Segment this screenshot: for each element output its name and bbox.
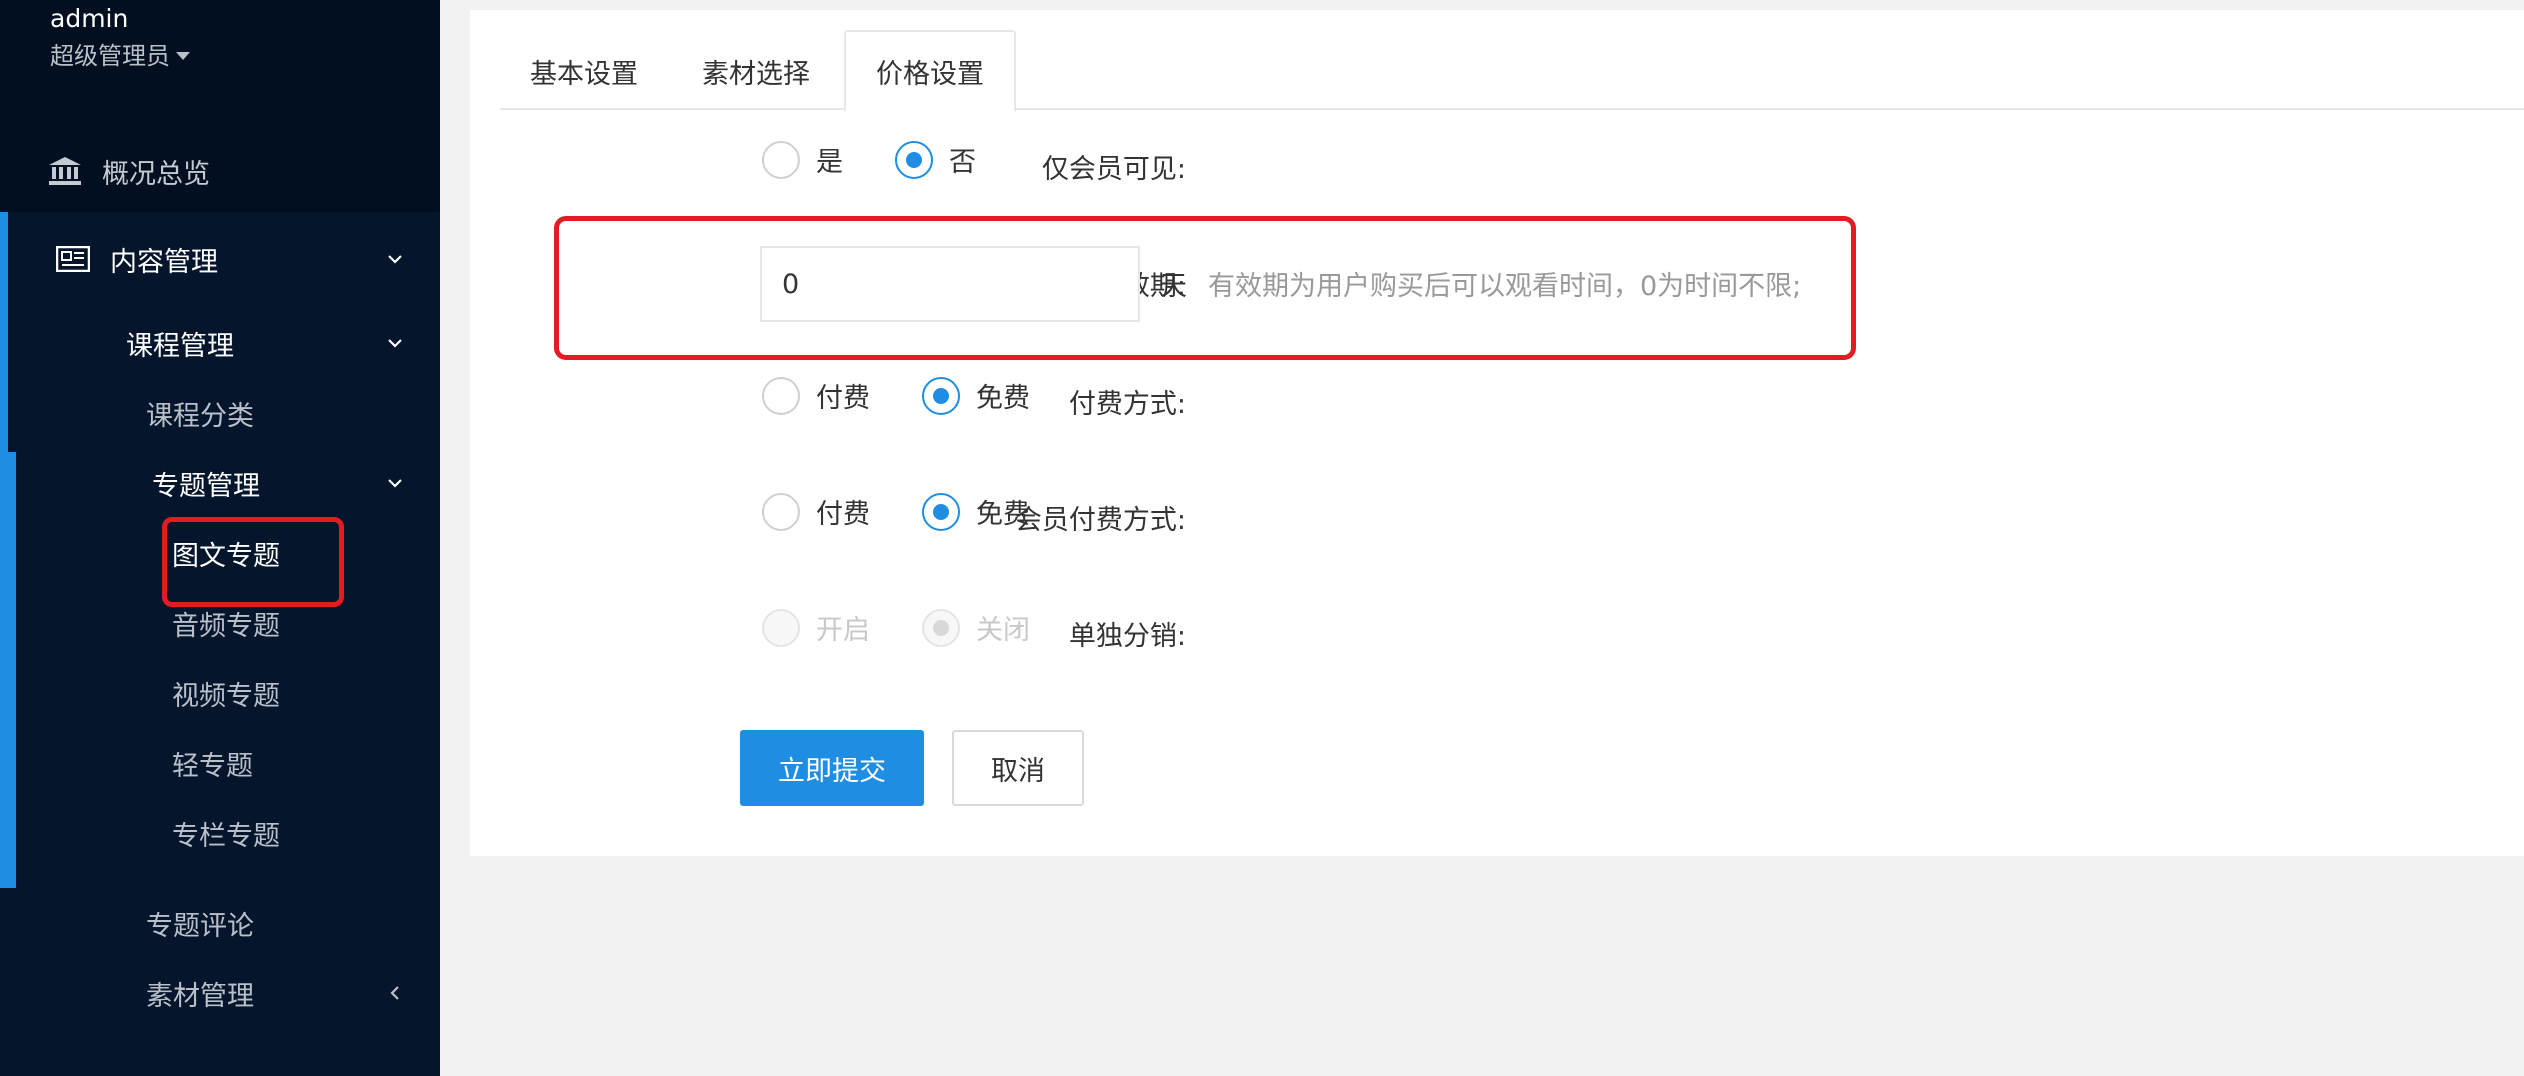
- radio-circle-icon: [762, 492, 800, 531]
- sidebar-item-content[interactable]: 内容管理: [0, 224, 440, 294]
- member-only-no[interactable]: 否: [895, 140, 976, 179]
- radio-circle-checked-icon: [922, 376, 960, 415]
- radio-label: 关闭: [976, 615, 1030, 646]
- chevron-left-icon: [390, 986, 399, 1000]
- distribution-off: 关闭: [922, 608, 1030, 647]
- tab-basic-settings[interactable]: 基本设置: [500, 30, 668, 112]
- pay-type-radio-group: 付费 免费: [762, 376, 1082, 415]
- radio-label: 免费: [976, 499, 1030, 530]
- tab-label: 价格设置: [876, 58, 984, 90]
- radio-label: 付费: [816, 383, 870, 414]
- sidebar-item-topic-comment[interactable]: 专题评论: [146, 888, 254, 958]
- radio-label: 付费: [816, 499, 870, 530]
- annotation-highlight: [554, 216, 1856, 360]
- annotation-highlight: [162, 517, 344, 607]
- tab-material-select[interactable]: 素材选择: [672, 30, 840, 112]
- sidebar-item-label: 专题评论: [146, 910, 254, 942]
- bank-icon: [49, 157, 81, 185]
- sidebar-item-label: 专题管理: [152, 470, 260, 502]
- member-pay-type-free[interactable]: 免费: [922, 492, 1030, 531]
- sidebar-item-overview[interactable]: 概况总览: [0, 132, 440, 210]
- sidebar-item-topic[interactable]: 专题管理: [0, 448, 440, 518]
- distribution-on: 开启: [762, 608, 870, 647]
- radio-label: 开启: [816, 615, 870, 646]
- user-block: admin 超级管理员: [50, 2, 190, 76]
- member-only-yes[interactable]: 是: [762, 140, 843, 179]
- chevron-down-icon: [388, 479, 402, 488]
- member-pay-type-paid[interactable]: 付费: [762, 492, 870, 531]
- caret-down-icon: [176, 52, 190, 60]
- tab-bar: 基本设置 素材选择 价格设置: [500, 30, 2524, 112]
- sidebar-item-label: 轻专题: [172, 750, 253, 782]
- radio-circle-icon: [762, 608, 800, 647]
- pay-type-paid[interactable]: 付费: [762, 376, 870, 415]
- sidebar-item-label: 概况总览: [102, 158, 210, 190]
- sidebar-item-label: 课程分类: [146, 400, 254, 432]
- sidebar-item-course[interactable]: 课程管理: [0, 308, 440, 378]
- radio-circle-checked-icon: [895, 140, 933, 179]
- sidebar-item-label: 视频专题: [172, 680, 280, 712]
- username: admin: [50, 4, 129, 33]
- radio-circle-checked-icon: [922, 492, 960, 531]
- tab-label: 基本设置: [530, 58, 638, 90]
- tab-price-settings[interactable]: 价格设置: [844, 30, 1016, 112]
- tab-label: 素材选择: [702, 58, 810, 90]
- member-pay-type-radio-group: 付费 免费: [762, 492, 1082, 531]
- sidebar-item-topic-video[interactable]: 视频专题: [172, 658, 280, 728]
- newspaper-icon: [56, 246, 90, 272]
- cancel-button[interactable]: 取消: [952, 730, 1084, 806]
- radio-label: 否: [949, 147, 976, 178]
- role-label: 超级管理员: [50, 42, 170, 70]
- sidebar-item-label: 素材管理: [146, 980, 254, 1012]
- sidebar-item-label: 课程管理: [126, 330, 234, 362]
- role-dropdown[interactable]: 超级管理员: [50, 36, 190, 76]
- radio-circle-icon: [762, 140, 800, 179]
- radio-label: 是: [816, 147, 843, 178]
- sidebar-item-label: 音频专题: [172, 610, 280, 642]
- sidebar-item-material[interactable]: 素材管理: [0, 958, 440, 1028]
- sidebar-item-topic-light[interactable]: 轻专题: [172, 728, 253, 798]
- pay-type-free[interactable]: 免费: [922, 376, 1030, 415]
- radio-circle-checked-icon: [922, 608, 960, 647]
- sidebar-item-topic-column[interactable]: 专栏专题: [172, 798, 280, 868]
- radio-circle-icon: [762, 376, 800, 415]
- chevron-down-icon: [388, 255, 402, 264]
- sidebar-item-course-category[interactable]: 课程分类: [146, 378, 254, 448]
- chevron-down-icon: [388, 339, 402, 348]
- sidebar: admin 超级管理员 概况总览 内容管理 课程管理 课程分类 专题管理 图文专…: [0, 0, 440, 1076]
- member-only-radio-group: 是 否: [762, 140, 1028, 179]
- sidebar-item-label: 专栏专题: [172, 820, 280, 852]
- main-panel: 基本设置 素材选择 价格设置 仅会员可见: 是 否 有效期: 天 有效期为用户购…: [470, 10, 2524, 856]
- sidebar-item-label: 内容管理: [110, 246, 218, 278]
- submit-button[interactable]: 立即提交: [740, 730, 924, 806]
- radio-label: 免费: [976, 383, 1030, 414]
- distribution-radio-group: 开启 关闭: [762, 608, 1082, 647]
